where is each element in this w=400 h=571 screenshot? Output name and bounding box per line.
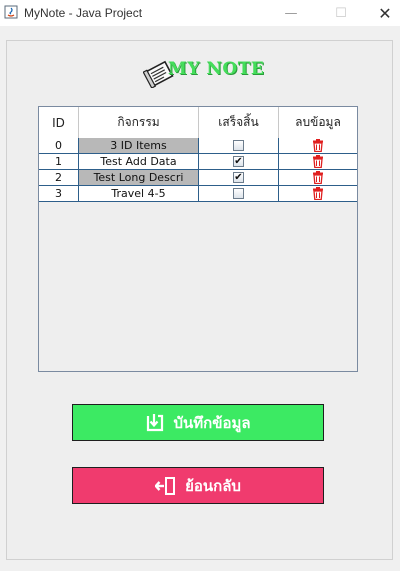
trash-icon[interactable]	[312, 155, 324, 168]
cell-done[interactable]	[199, 138, 279, 154]
window-titlebar[interactable]: MyNote - Java Project — ☐ ✕	[0, 0, 400, 26]
done-checkbox[interactable]	[233, 140, 244, 151]
minimize-icon: —	[284, 5, 298, 21]
cell-delete[interactable]	[279, 154, 357, 170]
app-title: MY NOTE	[168, 59, 265, 79]
table-row[interactable]: 2 Test Long Descri ✔	[39, 170, 357, 186]
cell-activity[interactable]: Test Add Data	[79, 154, 199, 170]
cell-delete[interactable]	[279, 170, 357, 186]
cell-activity[interactable]: Travel 4-5	[79, 186, 199, 202]
table-row[interactable]: 1 Test Add Data ✔	[39, 154, 357, 170]
cell-delete[interactable]	[279, 138, 357, 154]
table-row[interactable]: 3 Travel 4-5	[39, 186, 357, 202]
cell-done[interactable]: ✔	[199, 154, 279, 170]
table-header: ID กิจกรรม เสร็จสิ้น ลบข้อมูล	[39, 107, 357, 139]
cell-activity[interactable]: Test Long Descri	[79, 170, 199, 186]
cell-id[interactable]: 2	[39, 170, 79, 186]
cell-id[interactable]: 1	[39, 154, 79, 170]
table-row[interactable]: 0 3 ID Items	[39, 138, 357, 154]
trash-icon[interactable]	[312, 187, 324, 200]
close-button[interactable]: ✕	[362, 0, 400, 26]
cell-id[interactable]: 3	[39, 186, 79, 202]
done-checkbox[interactable]: ✔	[233, 156, 244, 167]
cell-delete[interactable]	[279, 186, 357, 202]
done-checkbox[interactable]: ✔	[233, 172, 244, 183]
column-header-delete[interactable]: ลบข้อมูล	[279, 107, 357, 138]
save-download-icon	[147, 413, 164, 431]
window-title: MyNote - Java Project	[24, 6, 143, 20]
maximize-icon: ☐	[335, 5, 347, 21]
close-icon: ✕	[378, 3, 392, 23]
trash-icon[interactable]	[312, 171, 324, 184]
cell-id[interactable]: 0	[39, 138, 79, 154]
back-button[interactable]: ย้อนกลับ	[72, 467, 324, 504]
cell-activity[interactable]: 3 ID Items	[79, 138, 199, 154]
done-checkbox[interactable]	[233, 188, 244, 199]
column-header-activity[interactable]: กิจกรรม	[79, 107, 199, 138]
column-header-done[interactable]: เสร็จสิ้น	[199, 107, 279, 138]
cell-done[interactable]: ✔	[199, 170, 279, 186]
minimize-button[interactable]: —	[268, 0, 314, 26]
trash-icon[interactable]	[312, 139, 324, 152]
maximize-button[interactable]: ☐	[318, 0, 364, 26]
save-button-label: บันทึกข้อมูล	[173, 413, 251, 432]
column-header-id[interactable]: ID	[39, 107, 79, 138]
save-button[interactable]: บันทึกข้อมูล	[72, 404, 324, 441]
exit-door-icon	[155, 476, 176, 495]
cell-done[interactable]	[199, 186, 279, 202]
notes-table[interactable]: ID กิจกรรม เสร็จสิ้น ลบข้อมูล 0 3 ID Ite…	[38, 106, 358, 372]
java-app-icon	[4, 5, 18, 19]
back-button-label: ย้อนกลับ	[185, 476, 241, 495]
